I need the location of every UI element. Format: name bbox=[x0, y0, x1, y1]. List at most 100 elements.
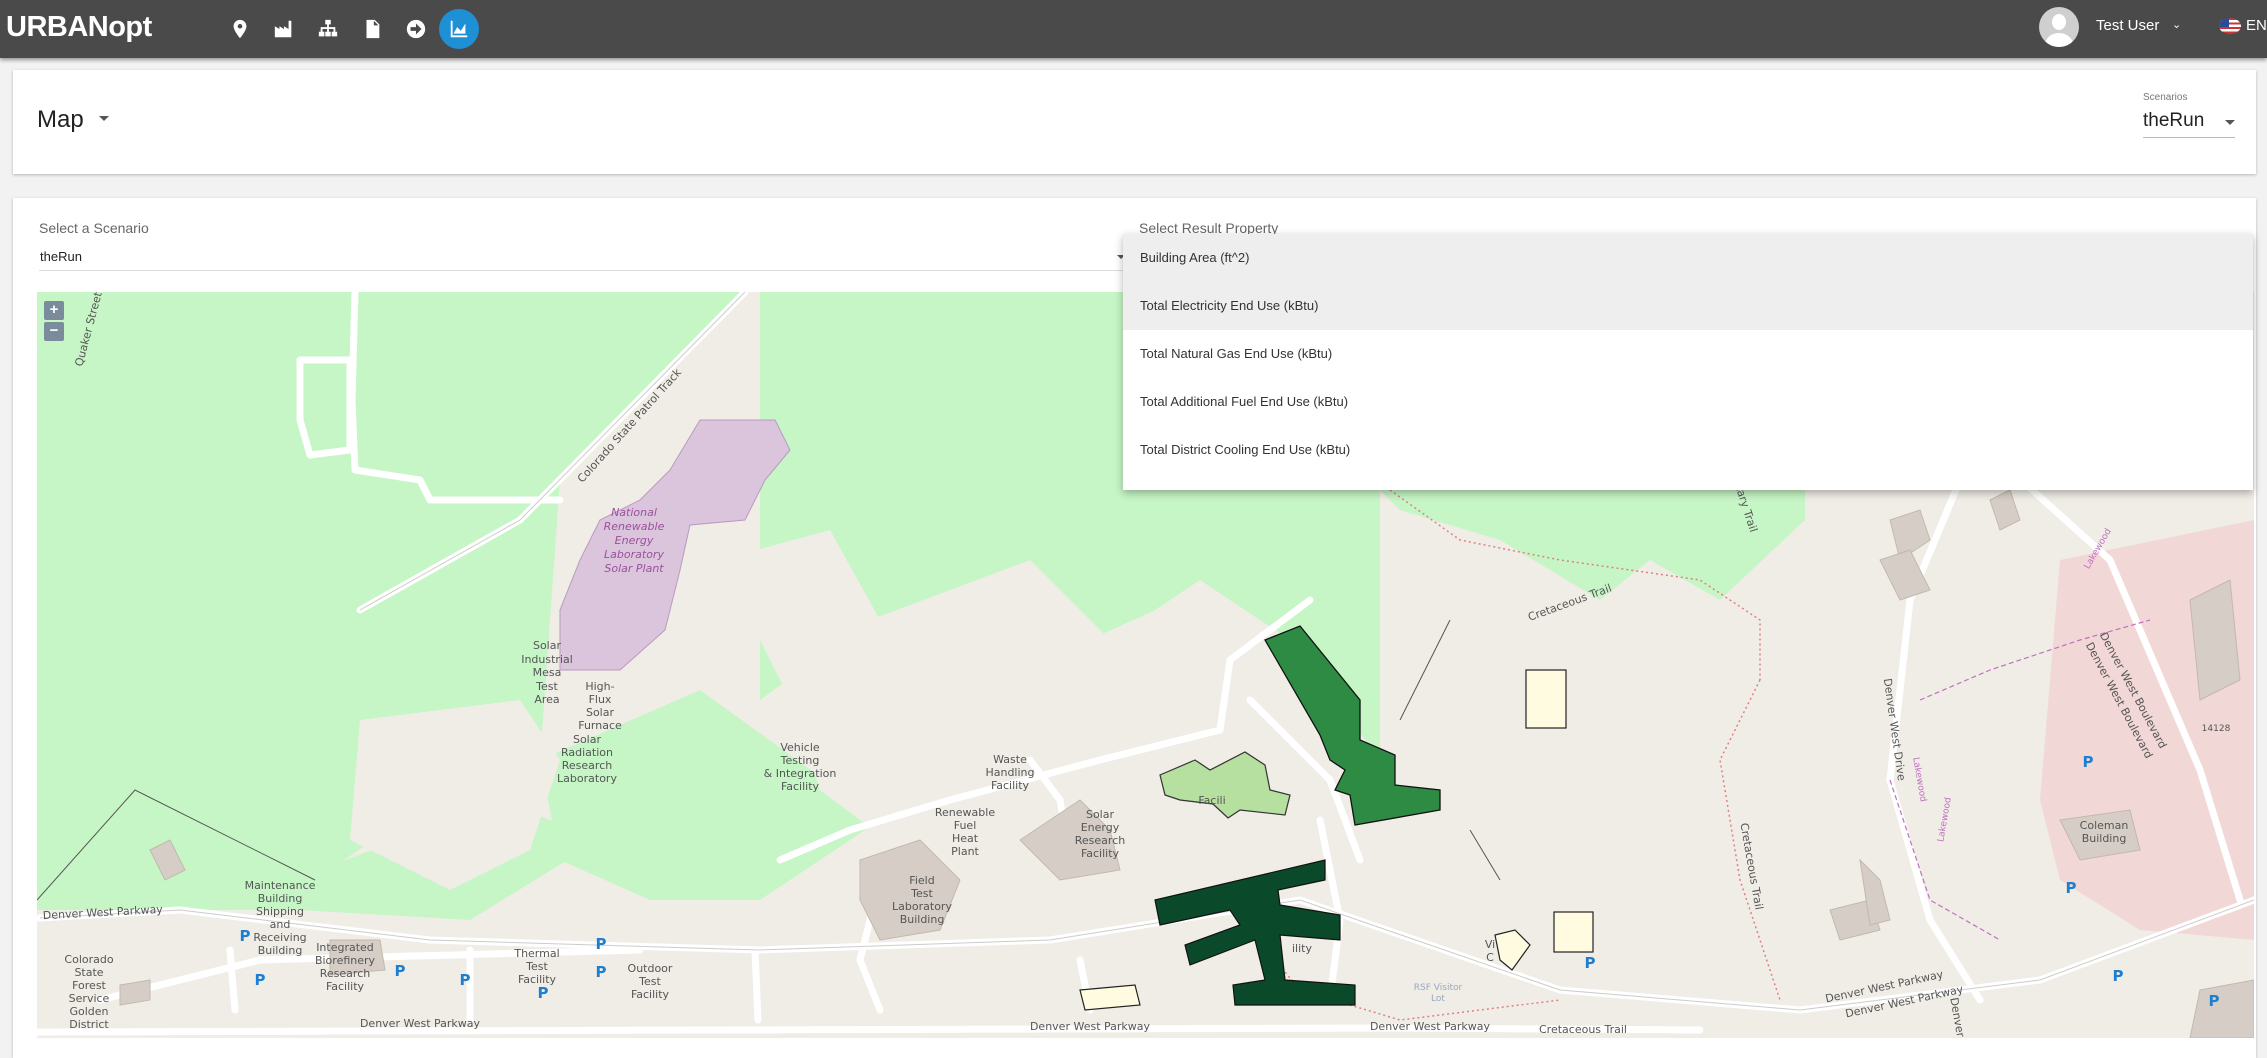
map-label: Testing bbox=[780, 754, 820, 767]
building-result-polygon bbox=[1525, 669, 1567, 729]
option-total-natural-gas[interactable]: Total Natural Gas End Use (kBtu) bbox=[1123, 330, 2253, 378]
map-label: C bbox=[1486, 951, 1494, 964]
map-label: District bbox=[69, 1018, 109, 1031]
arrow-circle-right-icon[interactable] bbox=[396, 9, 436, 49]
chart-area-icon[interactable] bbox=[439, 9, 479, 49]
map-label: Fuel bbox=[954, 819, 977, 832]
map-label: Receiving bbox=[253, 931, 306, 944]
map-label: Plant bbox=[951, 845, 979, 858]
parking-icon: P bbox=[2209, 992, 2220, 1010]
parking-icon: P bbox=[240, 927, 251, 945]
header-card: Map Scenarios theRun bbox=[13, 70, 2256, 174]
option-building-area[interactable]: Building Area (ft^2) bbox=[1123, 234, 2253, 282]
map-label: Coleman bbox=[2080, 819, 2129, 832]
parking-icon: P bbox=[2113, 967, 2124, 985]
option-total-district-cooling[interactable]: Total District Cooling End Use (kBtu) bbox=[1123, 426, 2253, 474]
parking-icon: P bbox=[538, 984, 549, 1002]
caret-down-icon[interactable] bbox=[2225, 120, 2235, 125]
parking-icon: P bbox=[460, 971, 471, 989]
zoom-in-button[interactable]: + bbox=[44, 301, 64, 320]
map-label: Renewable bbox=[604, 520, 665, 533]
map-label: Building bbox=[258, 892, 303, 905]
map-label: Test bbox=[910, 887, 933, 900]
map-label: Facility bbox=[781, 780, 820, 793]
map-label: Facility bbox=[991, 779, 1030, 792]
map-marker-icon[interactable] bbox=[220, 9, 260, 49]
map-label: Research bbox=[320, 967, 370, 980]
us-flag-icon[interactable] bbox=[2219, 18, 2241, 34]
map-label: Outdoor bbox=[628, 962, 673, 975]
map-label: Research bbox=[1075, 834, 1125, 847]
map-label: Solar bbox=[1086, 808, 1115, 821]
map-label: Test bbox=[535, 680, 558, 693]
map-label: Solar bbox=[533, 639, 562, 652]
map-label: Denver West Parkway bbox=[1030, 1020, 1151, 1033]
map-label: Maintenance bbox=[245, 879, 316, 892]
map-label: Shipping bbox=[256, 905, 304, 918]
option-total-additional-fuel[interactable]: Total Additional Fuel End Use (kBtu) bbox=[1123, 378, 2253, 426]
scenarios-label: Scenarios bbox=[2143, 92, 2188, 103]
map-label: Service bbox=[69, 992, 110, 1005]
map-label: Thermal bbox=[513, 947, 559, 960]
file-icon[interactable] bbox=[352, 9, 392, 49]
map-label: Solar Plant bbox=[604, 562, 664, 575]
map-label: Biorefinery bbox=[315, 954, 376, 967]
map-label: Building bbox=[900, 913, 945, 926]
map-label: & Integration bbox=[764, 767, 837, 780]
map-label: Colorado bbox=[64, 953, 113, 966]
page-title[interactable]: Map bbox=[37, 106, 84, 134]
map-label: Building bbox=[2082, 832, 2127, 845]
parking-icon: P bbox=[395, 962, 406, 980]
map-label: Field bbox=[909, 874, 934, 887]
map-label: Furnace bbox=[578, 719, 622, 732]
map-label: Facility bbox=[326, 980, 365, 993]
map-label: 14128 bbox=[2202, 724, 2231, 734]
option-total-electricity[interactable]: Total Electricity End Use (kBtu) bbox=[1123, 282, 2253, 330]
map-label: Facili bbox=[1198, 794, 1225, 807]
map-label: Denver West Parkway bbox=[1370, 1020, 1491, 1033]
map-label: National bbox=[611, 506, 657, 519]
zoom-out-button[interactable]: − bbox=[44, 322, 64, 341]
map-label: High- bbox=[585, 680, 614, 693]
map-label: Vehicle bbox=[780, 741, 820, 754]
parking-icon: P bbox=[255, 971, 266, 989]
scenario-select[interactable]: theRun bbox=[40, 249, 82, 264]
factory-icon[interactable] bbox=[264, 9, 304, 49]
top-navbar: URBANopt Test User ⌄ EN bbox=[0, 0, 2267, 58]
chevron-down-icon[interactable]: ⌄ bbox=[2172, 18, 2181, 31]
map-label: Building bbox=[258, 944, 303, 957]
select-underline bbox=[39, 270, 1144, 271]
user-name[interactable]: Test User bbox=[2096, 17, 2159, 34]
map-label: RSF Visitor bbox=[1414, 983, 1463, 993]
map-label: Radiation bbox=[561, 746, 613, 759]
map-label: Integrated bbox=[316, 941, 374, 954]
map-label: Heat bbox=[952, 832, 979, 845]
sitemap-icon[interactable] bbox=[308, 9, 348, 49]
map-label: Lot bbox=[1431, 994, 1445, 1004]
map-label: State bbox=[74, 966, 103, 979]
map-label: Industrial bbox=[521, 653, 573, 666]
map-label: Mesa bbox=[533, 666, 562, 679]
map-label: Renewable bbox=[935, 806, 995, 819]
avatar[interactable] bbox=[2039, 7, 2079, 47]
map-label: Research bbox=[562, 759, 612, 772]
map-label: Test bbox=[525, 960, 548, 973]
map-label: Cretaceous Trail bbox=[1539, 1023, 1627, 1036]
parking-icon: P bbox=[596, 963, 607, 981]
map-label: Area bbox=[534, 693, 559, 706]
language-code[interactable]: EN bbox=[2246, 17, 2267, 34]
map-label: Energy bbox=[1081, 821, 1120, 834]
map-label: Forest bbox=[72, 979, 106, 992]
caret-down-icon[interactable] bbox=[99, 116, 109, 121]
map-label: Denver West Parkway bbox=[360, 1017, 481, 1030]
parking-icon: P bbox=[2066, 879, 2077, 897]
map-label: Facility bbox=[631, 988, 670, 1001]
building-result-polygon bbox=[1079, 984, 1141, 1011]
map-label: Handling bbox=[985, 766, 1034, 779]
select-underline bbox=[2143, 137, 2235, 138]
map-label: Golden bbox=[69, 1005, 108, 1018]
zoom-control: + − bbox=[44, 301, 66, 343]
scenarios-select[interactable]: theRun bbox=[2143, 110, 2204, 132]
map-label: Laboratory bbox=[892, 900, 952, 913]
app-logo[interactable]: URBANopt bbox=[6, 11, 152, 44]
